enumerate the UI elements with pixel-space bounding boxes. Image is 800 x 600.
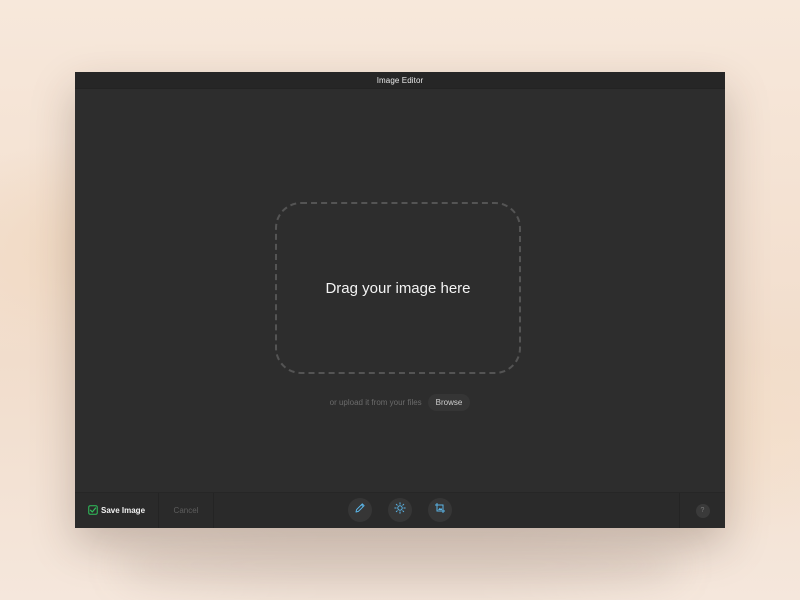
upload-hint: or upload it from your files — [329, 398, 422, 407]
help-area: ? — [679, 493, 725, 528]
crop-icon — [434, 501, 446, 519]
browse-button[interactable]: Browse — [427, 394, 471, 411]
cancel-label: Cancel — [173, 506, 199, 515]
draw-tool-button[interactable] — [348, 498, 372, 522]
image-dropzone[interactable]: Drag your image here — [275, 202, 521, 374]
cancel-button[interactable]: Cancel — [159, 493, 214, 528]
bottom-toolbar: Save Image Cancel ? — [75, 492, 725, 528]
brightness-icon — [394, 501, 406, 519]
brightness-tool-button[interactable] — [388, 498, 412, 522]
save-image-label: Save Image — [100, 506, 146, 515]
editor-canvas: Drag your image here or upload it from y… — [75, 89, 725, 492]
title-bar: Image Editor — [75, 72, 725, 89]
image-editor-window: Image Editor Drag your image here or upl… — [75, 72, 725, 528]
window-shadow — [120, 540, 680, 590]
checkbox-checked-icon — [88, 502, 98, 520]
save-image-button[interactable]: Save Image — [75, 493, 159, 528]
crop-tool-button[interactable] — [428, 498, 452, 522]
window-title: Image Editor — [376, 75, 424, 85]
dropzone-text: Drag your image here — [325, 279, 471, 297]
help-button[interactable]: ? — [695, 503, 710, 518]
pencil-icon — [354, 501, 366, 519]
upload-row: or upload it from your files Browse — [75, 394, 725, 411]
